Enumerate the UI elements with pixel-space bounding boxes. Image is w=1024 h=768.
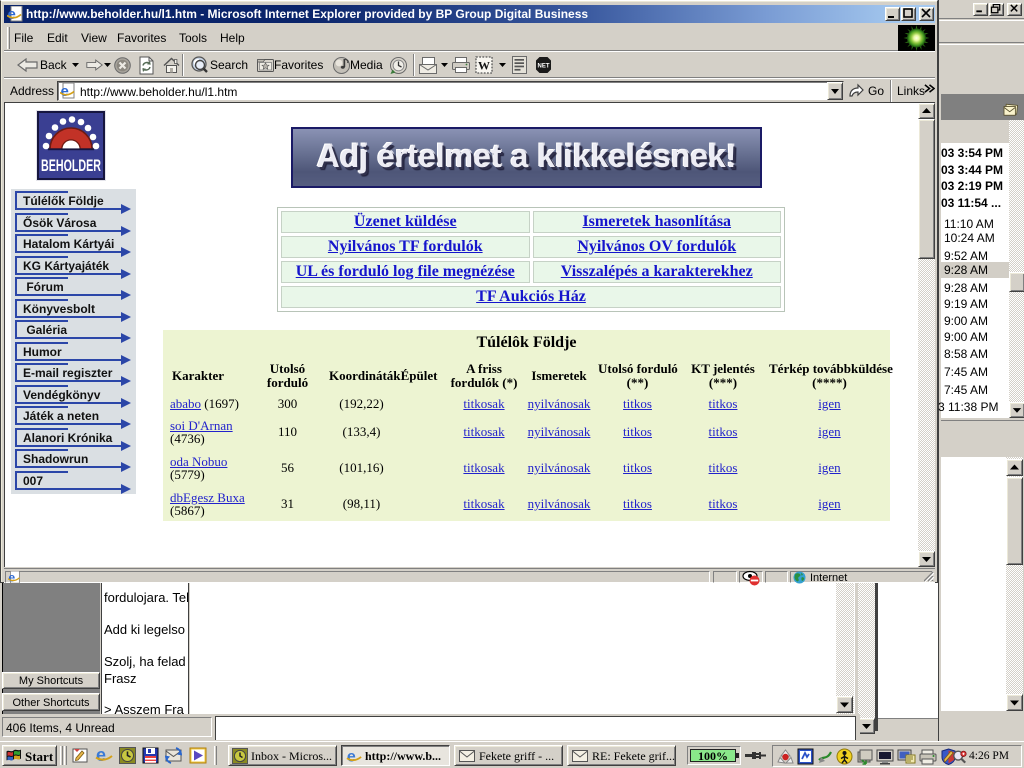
svg-text:W: W — [478, 59, 490, 73]
svg-text:e: e — [8, 571, 15, 584]
svg-text:e: e — [347, 748, 356, 764]
svg-text:e: e — [8, 6, 16, 22]
svg-text:BEHOLDER: BEHOLDER — [41, 156, 101, 175]
svg-text:e: e — [61, 83, 69, 99]
svg-text:e: e — [96, 746, 106, 764]
svg-text:NET: NET — [538, 64, 550, 70]
